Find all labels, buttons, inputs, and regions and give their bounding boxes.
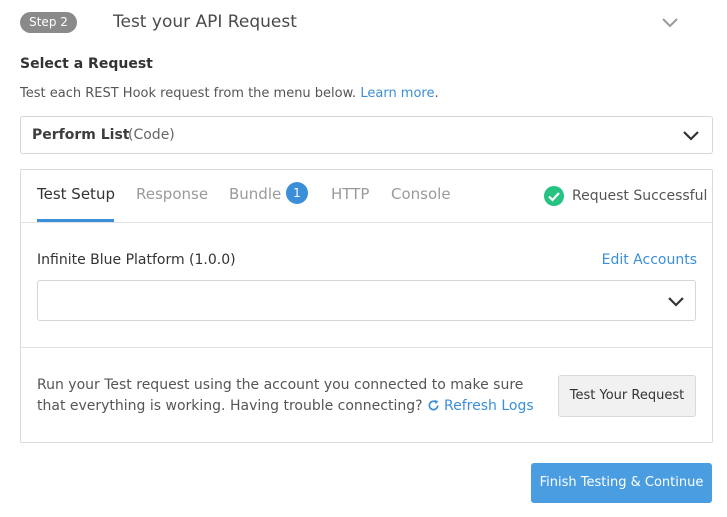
test-request-button[interactable]: Test Your Request bbox=[558, 375, 696, 417]
account-label: Infinite Blue Platform (1.0.0) bbox=[37, 252, 236, 268]
chevron-down-icon[interactable] bbox=[660, 12, 680, 32]
refresh-icon bbox=[428, 399, 439, 411]
chevron-down-icon bbox=[668, 297, 684, 307]
tab-bar: Test Setup Response Bundle 1 HTTP Consol… bbox=[21, 170, 712, 223]
help-text-suffix: . bbox=[434, 86, 439, 101]
bundle-count-badge: 1 bbox=[286, 182, 308, 204]
tab-bundle[interactable]: Bundle bbox=[229, 185, 281, 203]
tab-http[interactable]: HTTP bbox=[331, 185, 369, 203]
select-request-label: Select a Request bbox=[20, 56, 153, 72]
edit-accounts-link[interactable]: Edit Accounts bbox=[602, 252, 697, 268]
step-badge: Step 2 bbox=[20, 12, 77, 33]
tab-console[interactable]: Console bbox=[391, 185, 451, 203]
chevron-down-icon bbox=[683, 131, 699, 141]
test-panel: Test Setup Response Bundle 1 HTTP Consol… bbox=[20, 169, 713, 443]
finish-testing-button[interactable]: Finish Testing & Continue bbox=[531, 463, 712, 503]
request-help-text: Test each REST Hook request from the men… bbox=[20, 86, 439, 101]
step-title: Test your API Request bbox=[113, 12, 297, 32]
section-divider bbox=[21, 347, 712, 348]
help-text-body: Test each REST Hook request from the men… bbox=[20, 86, 357, 101]
step-header[interactable]: Step 2 Test your API Request bbox=[20, 8, 710, 38]
learn-more-link[interactable]: Learn more bbox=[360, 86, 434, 101]
refresh-logs-label: Refresh Logs bbox=[444, 398, 534, 414]
refresh-logs-link[interactable]: Refresh Logs bbox=[427, 398, 534, 414]
active-tab-indicator bbox=[37, 219, 114, 222]
selected-request-name: Perform List bbox=[32, 127, 130, 143]
run-instructions: Run your Test request using the account … bbox=[37, 375, 537, 417]
tab-test-setup[interactable]: Test Setup bbox=[37, 185, 115, 203]
check-circle-icon bbox=[544, 186, 564, 206]
request-select[interactable]: Perform List (Code) bbox=[20, 116, 713, 154]
status-text: Request Successful bbox=[572, 188, 708, 204]
selected-request-type: (Code) bbox=[128, 127, 175, 143]
account-select[interactable] bbox=[37, 280, 696, 321]
tab-response[interactable]: Response bbox=[136, 185, 208, 203]
